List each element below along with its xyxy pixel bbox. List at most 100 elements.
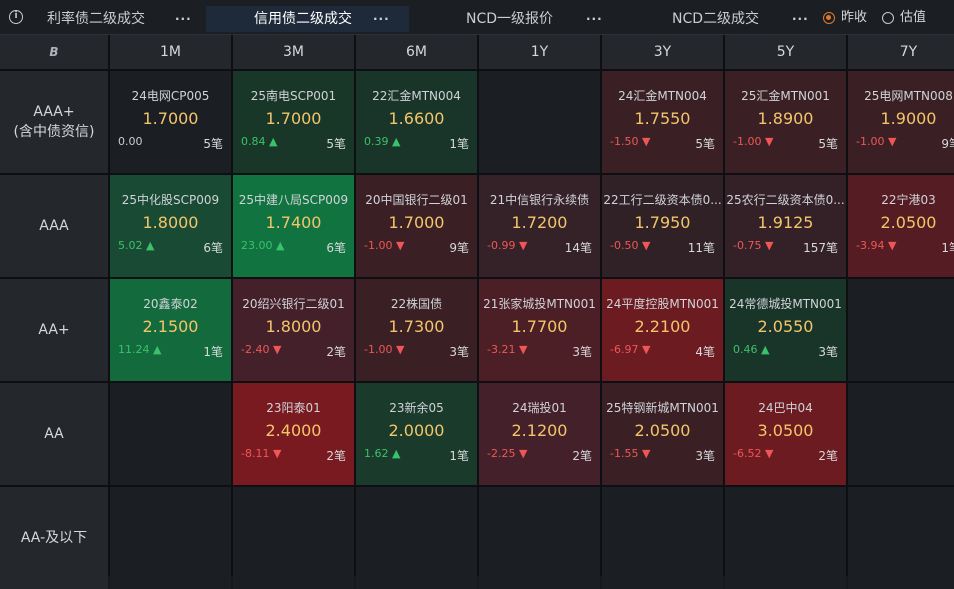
bond-cell[interactable]: 24巴中04 3.0500 -6.52 ▼ 2笔: [725, 383, 846, 485]
bond-yield: 2.0550: [757, 317, 814, 336]
bond-name: 21张家城投MTN001: [483, 297, 596, 311]
bond-yield: 2.0500: [634, 421, 691, 440]
more-icon[interactable]: ···: [586, 6, 603, 32]
empty-cell: [848, 383, 954, 485]
trade-count: 5笔: [695, 137, 715, 151]
bond-cell[interactable]: 24常德城投MTN001 2.0550 0.46 ▲ 3笔: [725, 279, 846, 381]
bond-name: 24电网CP005: [131, 89, 210, 103]
trade-count: 11笔: [687, 241, 715, 255]
tab-ncd-secondary-trades[interactable]: NCD二级成交 ···: [620, 6, 815, 32]
bond-cell[interactable]: 25农行二级资本债0... 1.9125 -0.75 ▼ 157笔: [725, 175, 846, 277]
yield-change: 11.24 ▲: [118, 343, 162, 356]
yield-change: 0.46 ▲: [733, 343, 770, 356]
row-label-text: AAA+: [33, 104, 75, 120]
bond-yield: 2.1500: [142, 317, 199, 336]
trade-count: 3笔: [449, 345, 469, 359]
info-icon[interactable]: i: [9, 10, 23, 24]
bond-name: 24常德城投MTN001: [729, 297, 842, 311]
bond-cell[interactable]: 25中建八局SCP009 1.7400 23.00 ▲ 6笔: [233, 175, 354, 277]
trade-count: 2笔: [818, 449, 838, 463]
bond-yield: 2.4000: [265, 421, 322, 440]
empty-cell: [725, 487, 846, 589]
bond-cell[interactable]: 25中化股SCP009 1.8000 5.02 ▲ 6笔: [110, 175, 231, 277]
bond-yield: 1.7300: [388, 317, 445, 336]
column-header-7Y: 7Y: [848, 35, 954, 69]
row-label: AA: [0, 383, 108, 485]
bond-yield: 1.7000: [142, 109, 199, 128]
bond-cell[interactable]: 25南电SCP001 1.7000 0.84 ▲ 5笔: [233, 71, 354, 173]
empty-cell: [233, 487, 354, 589]
more-icon[interactable]: ···: [373, 6, 390, 32]
tab-credit-bond-trades[interactable]: 信用债二级成交 ···: [206, 6, 409, 32]
bond-yield: 1.7700: [511, 317, 568, 336]
bond-cell[interactable]: 24平度控股MTN001 2.2100 -6.97 ▼ 4笔: [602, 279, 723, 381]
bond-name: 23阳泰01: [266, 401, 321, 415]
bond-cell[interactable]: 21张家城投MTN001 1.7700 -3.21 ▼ 3笔: [479, 279, 600, 381]
trade-count: 14笔: [564, 241, 592, 255]
bond-cell[interactable]: 24汇金MTN004 1.7550 -1.50 ▼ 5笔: [602, 71, 723, 173]
yield-change: 0.00: [118, 135, 143, 148]
trade-count: 157笔: [803, 241, 838, 255]
bond-yield: 1.8900: [757, 109, 814, 128]
bond-name: 22宁港03: [881, 193, 936, 207]
bond-cell[interactable]: 23阳泰01 2.4000 -8.11 ▼ 2笔: [233, 383, 354, 485]
bond-name: 23新余05: [389, 401, 444, 415]
row-label: AA+: [0, 279, 108, 381]
tab-label: NCD二级成交: [672, 11, 760, 27]
bond-name: 25电网MTN008: [864, 89, 953, 103]
bond-yield: 3.0500: [757, 421, 814, 440]
bond-cell[interactable]: 22汇金MTN004 1.6600 0.39 ▲ 1笔: [356, 71, 477, 173]
bond-name: 24瑞投01: [512, 401, 567, 415]
yield-change: -1.55 ▼: [610, 447, 651, 460]
bond-cell[interactable]: 21中信银行永续债 1.7200 -0.99 ▼ 14笔: [479, 175, 600, 277]
yield-change: 23.00 ▲: [241, 239, 285, 252]
bond-cell[interactable]: 23新余05 2.0000 1.62 ▲ 1笔: [356, 383, 477, 485]
bond-cell[interactable]: 22宁港03 2.0500 -3.94 ▼ 1笔: [848, 175, 954, 277]
empty-cell: [479, 487, 600, 589]
trade-count: 1笔: [449, 137, 469, 151]
row-label-text: AA+: [38, 322, 70, 338]
yield-change: -0.99 ▼: [487, 239, 528, 252]
empty-cell: [110, 383, 231, 485]
radio-valuation[interactable]: 估值: [882, 9, 934, 27]
bond-cell[interactable]: 25特钢新城MTN001 2.0500 -1.55 ▼ 3笔: [602, 383, 723, 485]
empty-cell: [848, 487, 954, 589]
tab-rate-bond-trades[interactable]: 利率债二级成交 ···: [34, 6, 194, 32]
empty-cell: [848, 279, 954, 381]
bond-name: 24汇金MTN004: [618, 89, 707, 103]
bond-cell[interactable]: 25电网MTN008 1.9000 -1.00 ▼ 9笔: [848, 71, 954, 173]
yield-change: 5.02 ▲: [118, 239, 155, 252]
yield-change: -6.97 ▼: [610, 343, 651, 356]
tab-label: NCD一级报价: [466, 11, 554, 27]
bond-cell[interactable]: 20绍兴银行二级01 1.8000 -2.40 ▼ 2笔: [233, 279, 354, 381]
more-icon[interactable]: ···: [175, 6, 192, 32]
bond-yield: 1.9125: [757, 213, 814, 232]
column-header-3Y: 3Y: [602, 35, 723, 69]
bond-cell[interactable]: 24电网CP005 1.7000 0.00 5笔: [110, 71, 231, 173]
row-label-text: AA: [44, 426, 64, 442]
tab-ncd-primary-quotes[interactable]: NCD一级报价 ···: [417, 6, 612, 32]
trade-count: 5笔: [818, 137, 838, 151]
radio-prev-close[interactable]: 昨收: [823, 9, 875, 27]
yield-change: 1.62 ▲: [364, 447, 401, 460]
bond-cell[interactable]: 25汇金MTN001 1.8900 -1.00 ▼ 5笔: [725, 71, 846, 173]
empty-cell: [602, 487, 723, 589]
yield-change: -1.00 ▼: [364, 343, 405, 356]
bond-name: 22株国债: [390, 297, 443, 311]
bond-yield: 1.7200: [511, 213, 568, 232]
bond-yield: 1.7950: [634, 213, 691, 232]
bond-cell[interactable]: 22株国债 1.7300 -1.00 ▼ 3笔: [356, 279, 477, 381]
radio-label: 昨收: [841, 10, 868, 25]
bond-yield: 1.7000: [388, 213, 445, 232]
row-label: AAA+ (含中债资信): [0, 71, 108, 173]
bond-cell[interactable]: 20鑫泰02 2.1500 11.24 ▲ 1笔: [110, 279, 231, 381]
bond-cell[interactable]: 22工行二级资本债0... 1.7950 -0.50 ▼ 11笔: [602, 175, 723, 277]
bond-cell[interactable]: 24瑞投01 2.1200 -2.25 ▼ 2笔: [479, 383, 600, 485]
radio-label: 估值: [900, 10, 927, 25]
more-icon[interactable]: ···: [792, 6, 809, 32]
bond-yield: 1.6600: [388, 109, 445, 128]
trade-count: 1笔: [449, 449, 469, 463]
yield-change: -3.94 ▼: [856, 239, 897, 252]
bond-yield: 2.2100: [634, 317, 691, 336]
bond-cell[interactable]: 20中国银行二级01 1.7000 -1.00 ▼ 9笔: [356, 175, 477, 277]
